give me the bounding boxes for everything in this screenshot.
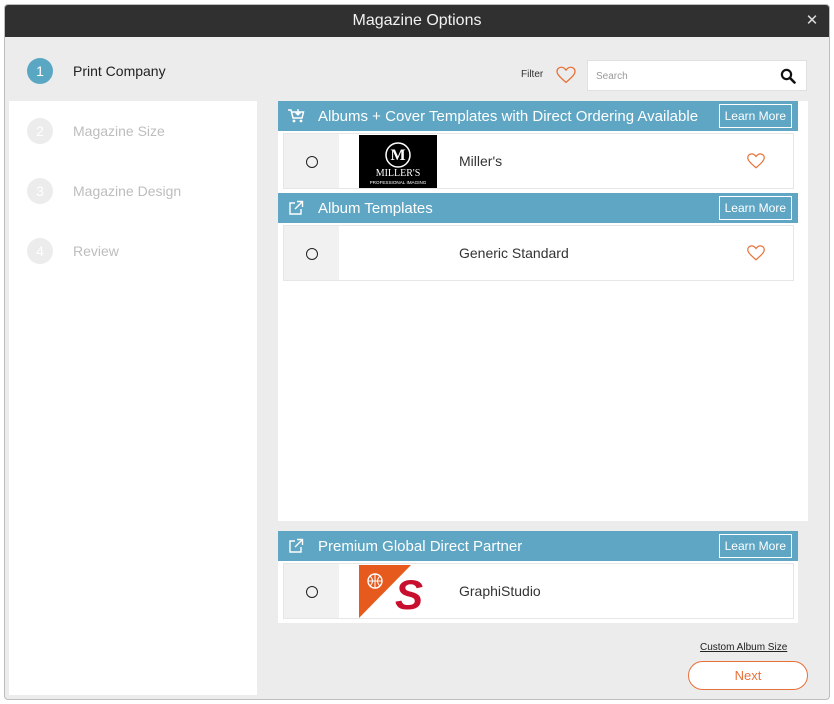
external-link-icon bbox=[286, 536, 306, 556]
step-print-company[interactable]: 1 Print Company bbox=[9, 41, 257, 101]
step-label: Print Company bbox=[73, 63, 166, 79]
svg-text:S: S bbox=[395, 571, 423, 618]
step-number: 1 bbox=[27, 58, 53, 84]
external-link-icon bbox=[286, 198, 306, 218]
step-number: 3 bbox=[27, 178, 53, 204]
company-name: Miller's bbox=[459, 153, 503, 169]
step-magazine-design[interactable]: 3 Magazine Design bbox=[9, 161, 257, 221]
radio-cell[interactable] bbox=[284, 226, 339, 280]
company-row-generic-standard[interactable]: Generic Standard bbox=[283, 225, 794, 281]
window-title: Magazine Options bbox=[352, 12, 482, 29]
company-name: GraphiStudio bbox=[459, 583, 541, 599]
learn-more-button[interactable]: Learn More bbox=[718, 534, 792, 558]
favorites-filter-heart-icon[interactable] bbox=[556, 66, 576, 84]
logo-wordmark: MILLER'S bbox=[376, 168, 421, 179]
section-header-premium-partner: Premium Global Direct Partner Learn More bbox=[278, 531, 798, 561]
search-field[interactable] bbox=[587, 60, 807, 91]
magazine-options-window: Magazine Options ✕ 1 Print Company 2 Mag… bbox=[4, 4, 830, 700]
radio-button[interactable] bbox=[306, 156, 318, 168]
favorite-heart-icon[interactable] bbox=[747, 244, 765, 262]
learn-more-button[interactable]: Learn More bbox=[718, 104, 792, 128]
svg-text:M: M bbox=[390, 147, 405, 164]
window-titlebar: Magazine Options ✕ bbox=[5, 5, 829, 37]
favorite-heart-icon[interactable] bbox=[747, 152, 765, 170]
search-input[interactable] bbox=[596, 67, 776, 85]
step-number: 4 bbox=[27, 238, 53, 264]
next-button[interactable]: Next bbox=[688, 661, 808, 690]
radio-cell[interactable] bbox=[284, 564, 339, 618]
company-name: Generic Standard bbox=[459, 245, 569, 261]
section-header-direct-ordering: Albums + Cover Templates with Direct Ord… bbox=[278, 101, 798, 131]
custom-album-size-link[interactable]: Custom Album Size bbox=[700, 642, 787, 653]
section-title: Album Templates bbox=[318, 199, 433, 217]
companies-list-panel: Albums + Cover Templates with Direct Ord… bbox=[278, 101, 808, 521]
radio-button[interactable] bbox=[306, 248, 318, 260]
step-number: 2 bbox=[27, 118, 53, 144]
step-label: Magazine Design bbox=[73, 183, 182, 199]
steps-sidebar: 1 Print Company 2 Magazine Size 3 Magazi… bbox=[9, 41, 257, 695]
step-magazine-size[interactable]: 2 Magazine Size bbox=[9, 101, 257, 161]
section-title: Premium Global Direct Partner bbox=[318, 537, 523, 555]
step-label: Magazine Size bbox=[73, 123, 165, 139]
section-header-album-templates: Album Templates Learn More bbox=[278, 193, 798, 223]
main-content: Filter Albums + Cover Temp bbox=[257, 41, 829, 695]
learn-more-button[interactable]: Learn More bbox=[718, 196, 792, 220]
radio-button[interactable] bbox=[306, 586, 318, 598]
step-label: Review bbox=[73, 243, 119, 259]
company-row-graphistudio[interactable]: S GraphiStudio bbox=[283, 563, 794, 619]
radio-cell[interactable] bbox=[284, 134, 339, 188]
filter-label: Filter bbox=[521, 69, 544, 80]
cart-icon bbox=[286, 106, 306, 126]
search-icon[interactable] bbox=[780, 68, 796, 84]
section-title: Albums + Cover Templates with Direct Ord… bbox=[318, 107, 699, 125]
graphistudio-logo: S bbox=[359, 565, 437, 618]
company-row-millers[interactable]: M MILLER'S PROFESSIONAL IMAGING Miller's bbox=[283, 133, 794, 189]
step-review[interactable]: 4 Review bbox=[9, 221, 257, 281]
millers-logo: M MILLER'S PROFESSIONAL IMAGING bbox=[359, 135, 437, 188]
premium-partner-panel: Premium Global Direct Partner Learn More… bbox=[278, 531, 798, 623]
logo-tagline: PROFESSIONAL IMAGING bbox=[370, 180, 427, 185]
close-icon[interactable]: ✕ bbox=[803, 5, 821, 37]
